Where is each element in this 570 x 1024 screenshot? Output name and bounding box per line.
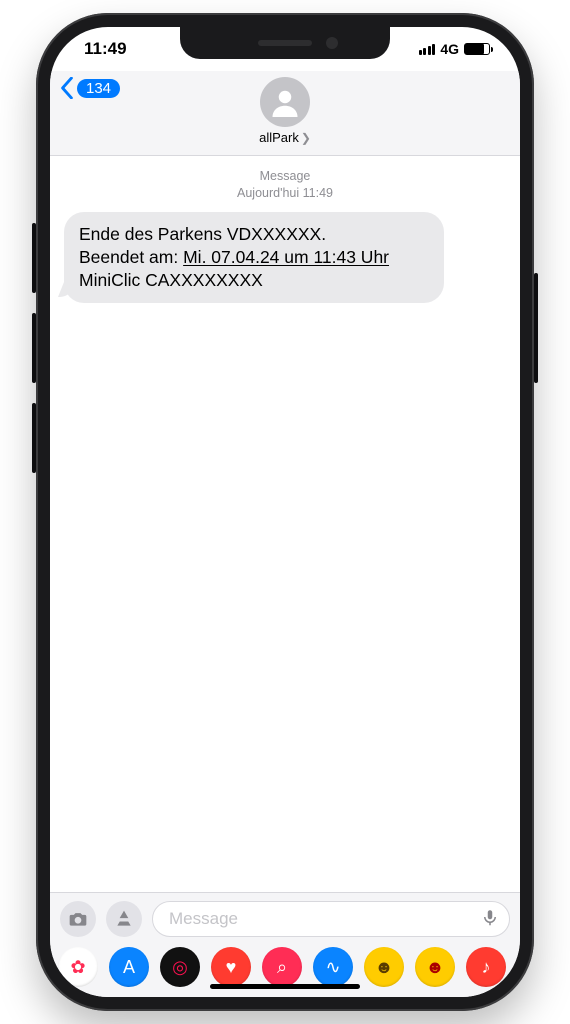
- battery-icon: [464, 43, 490, 55]
- dictate-button[interactable]: [481, 906, 499, 933]
- contact-name-button[interactable]: allPark ❯: [259, 130, 311, 145]
- msg-line1: Ende des Parkens VDXXXXXX.: [79, 224, 326, 244]
- thread-meta: Message Aujourd'hui 11:49: [64, 168, 506, 202]
- appstore-icon: [114, 909, 134, 929]
- camera-button[interactable]: [60, 901, 96, 937]
- heart-icon[interactable]: ♥: [211, 947, 251, 987]
- message-input[interactable]: [167, 908, 481, 930]
- notch: [180, 27, 390, 59]
- camera-icon: [68, 909, 88, 929]
- appstore-icon[interactable]: A: [109, 947, 149, 987]
- back-button[interactable]: 134: [60, 77, 120, 99]
- msg-line3: MiniClic CAXXXXXXXX: [79, 270, 263, 290]
- music-icon[interactable]: ♪: [466, 947, 506, 987]
- chevron-left-icon: [60, 77, 74, 99]
- contact-name: allPark: [259, 130, 299, 145]
- appdrawer-button[interactable]: [106, 901, 142, 937]
- phone-frame: 11:49 4G 134 allPark: [36, 13, 534, 1011]
- mic-icon: [481, 906, 499, 928]
- memoji2-icon[interactable]: ☻: [415, 947, 455, 987]
- search-icon[interactable]: ⌕: [262, 947, 302, 987]
- network-label: 4G: [440, 41, 459, 57]
- chevron-right-icon: ❯: [301, 131, 311, 145]
- message-input-wrap[interactable]: [152, 901, 510, 937]
- conversation-header: 134 allPark ❯: [50, 71, 520, 156]
- msg-date-link[interactable]: Mi. 07.04.24 um 11:43 Uhr: [183, 247, 389, 267]
- avatar[interactable]: [260, 77, 310, 127]
- composer: [50, 892, 520, 941]
- memoji1-icon[interactable]: ☻: [364, 947, 404, 987]
- person-icon: [270, 87, 300, 117]
- fitness-icon[interactable]: ◎: [160, 947, 200, 987]
- status-time: 11:49: [84, 39, 127, 59]
- home-indicator[interactable]: [210, 984, 360, 989]
- incoming-message[interactable]: Ende des Parkens VDXXXXXX. Beendet am: M…: [64, 212, 444, 303]
- msg-line2-prefix: Beendet am:: [79, 247, 183, 267]
- audio-icon[interactable]: ∿: [313, 947, 353, 987]
- photos-icon[interactable]: ✿: [58, 947, 98, 987]
- signal-icon: [419, 44, 436, 55]
- message-thread[interactable]: Message Aujourd'hui 11:49 Ende des Parke…: [50, 156, 520, 892]
- screen: 11:49 4G 134 allPark: [50, 27, 520, 997]
- unread-badge: 134: [77, 79, 120, 98]
